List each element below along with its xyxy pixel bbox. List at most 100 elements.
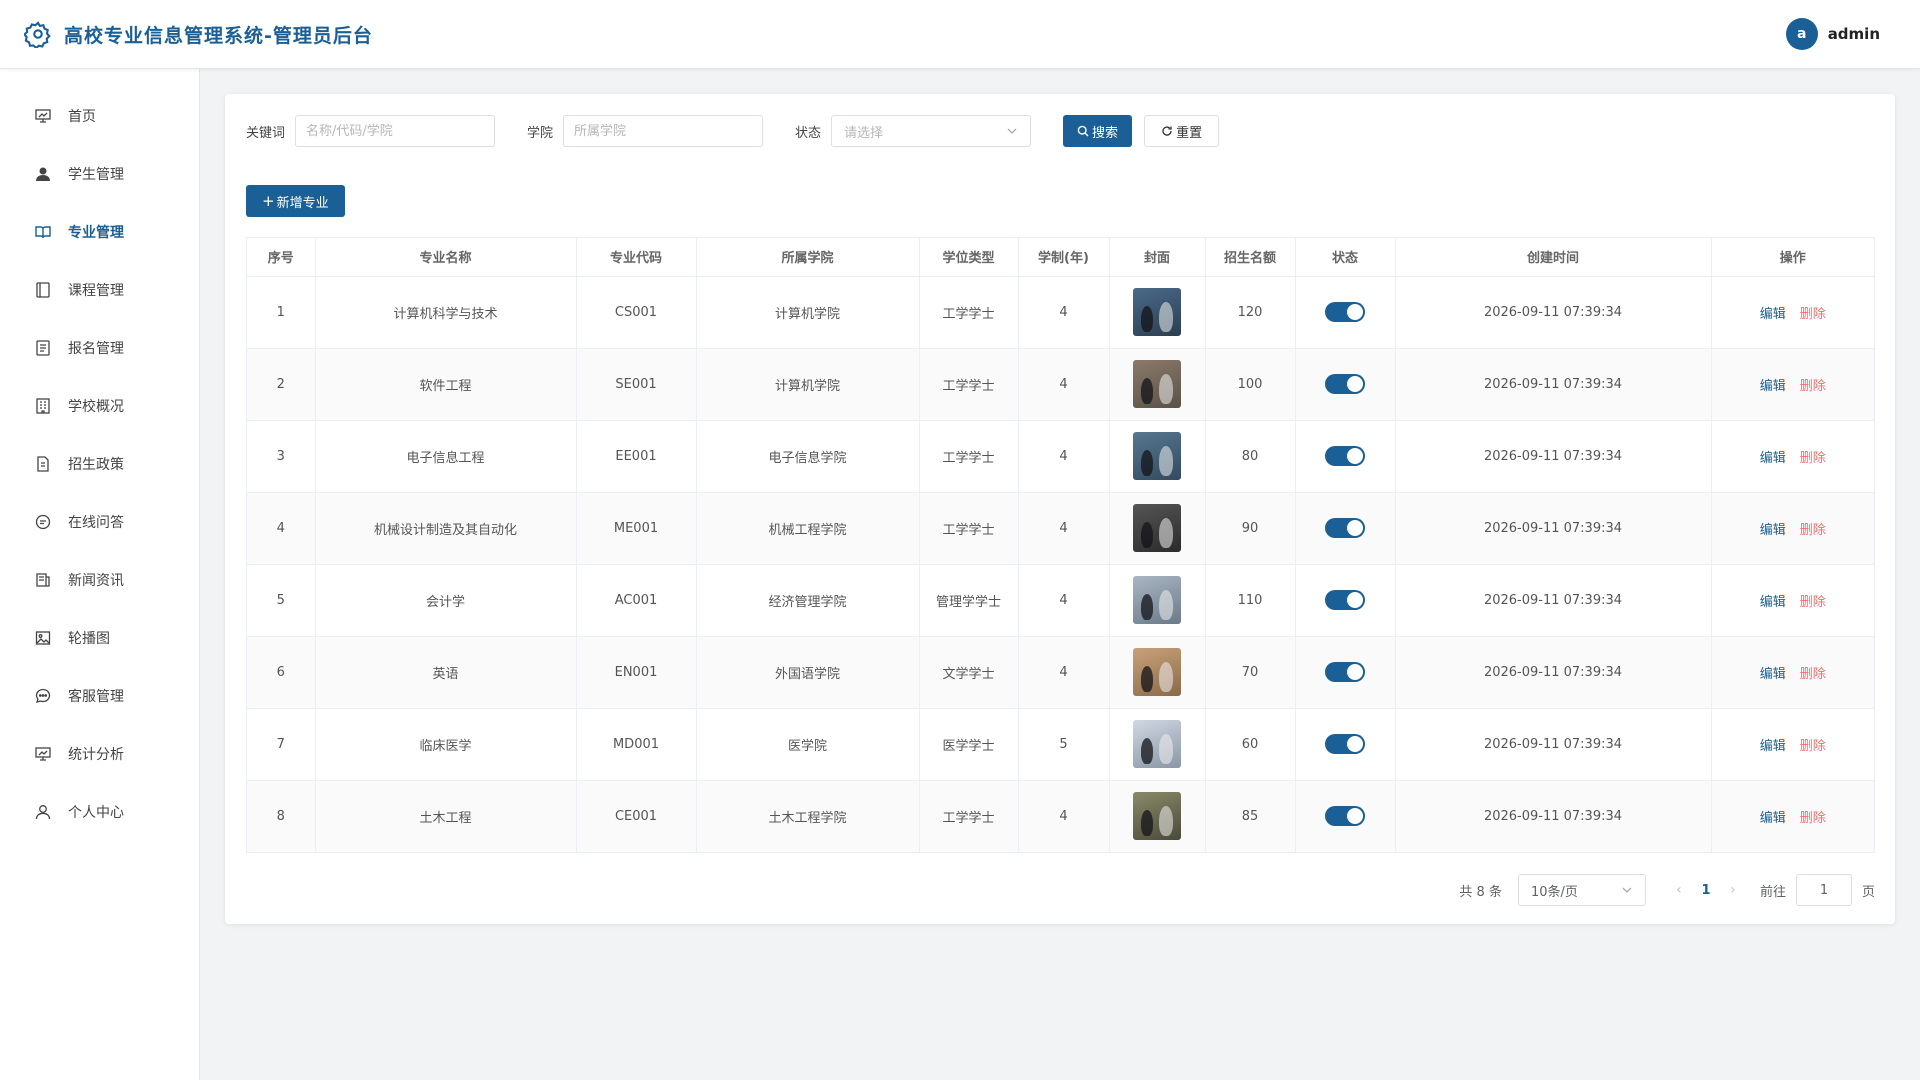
sidebar-item-label: 课程管理 bbox=[68, 283, 124, 299]
cell-index: 7 bbox=[247, 708, 316, 781]
sidebar-item-home[interactable]: 首页 bbox=[0, 87, 199, 145]
status-toggle[interactable] bbox=[1325, 590, 1365, 610]
cover-image[interactable] bbox=[1133, 576, 1181, 624]
cell-status bbox=[1295, 420, 1396, 493]
main-card: 关键词 学院 状态 请选择 搜索 重置 + 新增专业 序号 bbox=[225, 94, 1895, 924]
delete-button[interactable]: 删除 bbox=[1800, 523, 1826, 538]
sidebar-item-carousel[interactable]: 轮播图 bbox=[0, 609, 199, 667]
cover-image[interactable] bbox=[1133, 648, 1181, 696]
sidebar-item-students[interactable]: 学生管理 bbox=[0, 145, 199, 203]
add-major-button[interactable]: + 新增专业 bbox=[246, 185, 345, 217]
status-toggle[interactable] bbox=[1325, 806, 1365, 827]
status-toggle[interactable] bbox=[1325, 302, 1365, 322]
goto-page-input[interactable] bbox=[1795, 874, 1852, 906]
cover-figure bbox=[1141, 738, 1153, 764]
table-row: 8 土木工程 CE001 土木工程学院 工学学士 4 85 2026-09-11 07:39:… bbox=[247, 780, 1874, 852]
col-header: 创建时间 bbox=[1395, 238, 1712, 277]
sidebar-item-label: 专业管理 bbox=[68, 225, 124, 241]
search-button[interactable]: 搜索 bbox=[1063, 115, 1133, 147]
col-header: 专业名称 bbox=[315, 238, 577, 277]
cell-actions: 编辑 删除 bbox=[1711, 348, 1874, 421]
filter-bar: 关键词 学院 状态 请选择 搜索 重置 bbox=[246, 115, 1220, 147]
prev-page-icon[interactable]: ‹ bbox=[1668, 882, 1690, 898]
cell-created-time: 2026-09-11 07:39:34 bbox=[1395, 348, 1712, 421]
cell-quota: 120 bbox=[1205, 276, 1296, 349]
cell-created-time: 2026-09-11 07:39:34 bbox=[1395, 636, 1712, 709]
cell-status bbox=[1295, 564, 1396, 637]
cell-college: 电子信息学院 bbox=[696, 420, 920, 493]
cover-image[interactable] bbox=[1133, 432, 1181, 480]
edit-button[interactable]: 编辑 bbox=[1760, 379, 1786, 394]
cell-college: 医学院 bbox=[696, 708, 920, 781]
cover-image[interactable] bbox=[1133, 792, 1181, 841]
sidebar: 首页 学生管理 专业管理 课程管理 报名管理 学校概况 招生政策 在线问答 新闻… bbox=[0, 69, 200, 1080]
dashboard-icon bbox=[34, 107, 52, 125]
edit-button[interactable]: 编辑 bbox=[1760, 451, 1786, 466]
cell-major-name: 会计学 bbox=[315, 564, 577, 637]
cell-college: 经济管理学院 bbox=[696, 564, 920, 637]
cover-figure bbox=[1141, 594, 1153, 620]
delete-button[interactable]: 删除 bbox=[1800, 667, 1826, 682]
keyword-input[interactable] bbox=[295, 115, 496, 147]
avatar[interactable]: a bbox=[1785, 18, 1818, 50]
edit-button[interactable]: 编辑 bbox=[1760, 811, 1786, 826]
table-row: 7 临床医学 MD001 医学院 医学学士 5 60 2026-09-11 07:39:34 编… bbox=[247, 708, 1874, 781]
cover-image[interactable] bbox=[1133, 288, 1181, 336]
cover-figure bbox=[1159, 302, 1173, 332]
page-size-select[interactable]: 10条/页 bbox=[1517, 874, 1646, 906]
sidebar-item-label: 统计分析 bbox=[68, 747, 124, 763]
cover-image[interactable] bbox=[1133, 360, 1181, 408]
sidebar-item-enrollment[interactable]: 报名管理 bbox=[0, 319, 199, 377]
next-page-icon[interactable]: › bbox=[1722, 882, 1744, 898]
col-header: 专业代码 bbox=[576, 238, 697, 277]
status-toggle[interactable] bbox=[1325, 662, 1365, 682]
edit-button[interactable]: 编辑 bbox=[1760, 739, 1786, 754]
cell-years: 4 bbox=[1018, 420, 1110, 493]
delete-button[interactable]: 删除 bbox=[1800, 379, 1826, 394]
cover-figure bbox=[1159, 518, 1173, 548]
status-select[interactable]: 请选择 bbox=[831, 115, 1032, 147]
cell-major-code: AC001 bbox=[576, 564, 697, 637]
college-input[interactable] bbox=[563, 115, 764, 147]
edit-button[interactable]: 编辑 bbox=[1760, 667, 1786, 682]
cell-quota: 70 bbox=[1205, 636, 1296, 709]
user-menu[interactable]: a admin bbox=[1785, 18, 1880, 50]
cell-major-name: 土木工程 bbox=[315, 780, 577, 852]
sidebar-item-admission-policy[interactable]: 招生政策 bbox=[0, 435, 199, 493]
delete-button[interactable]: 删除 bbox=[1800, 739, 1826, 754]
sidebar-item-profile[interactable]: 个人中心 bbox=[0, 783, 199, 841]
status-toggle[interactable] bbox=[1325, 374, 1365, 394]
cell-major-code: EE001 bbox=[576, 420, 697, 493]
reset-button[interactable]: 重置 bbox=[1144, 115, 1220, 147]
sidebar-item-online-qa[interactable]: 在线问答 bbox=[0, 493, 199, 551]
gear-icon bbox=[24, 21, 51, 48]
sidebar-item-customer-service[interactable]: 客服管理 bbox=[0, 667, 199, 725]
edit-button[interactable]: 编辑 bbox=[1760, 595, 1786, 610]
sidebar-item-majors[interactable]: 专业管理 bbox=[0, 203, 199, 261]
page-number[interactable]: 1 bbox=[1690, 883, 1722, 898]
picture-icon bbox=[34, 629, 52, 647]
cell-college: 计算机学院 bbox=[696, 276, 920, 349]
cover-image[interactable] bbox=[1133, 504, 1181, 552]
cell-created-time: 2026-09-11 07:39:34 bbox=[1395, 276, 1712, 349]
delete-button[interactable]: 删除 bbox=[1800, 595, 1826, 610]
sidebar-item-courses[interactable]: 课程管理 bbox=[0, 261, 199, 319]
delete-button[interactable]: 删除 bbox=[1800, 307, 1826, 322]
username[interactable]: admin bbox=[1828, 25, 1880, 43]
sidebar-item-news[interactable]: 新闻资讯 bbox=[0, 551, 199, 609]
cover-image[interactable] bbox=[1133, 720, 1181, 768]
status-toggle[interactable] bbox=[1325, 446, 1365, 466]
status-toggle[interactable] bbox=[1325, 518, 1365, 538]
edit-button[interactable]: 编辑 bbox=[1760, 523, 1786, 538]
edit-button[interactable]: 编辑 bbox=[1760, 307, 1786, 322]
chevron-down-icon bbox=[1622, 887, 1632, 893]
sidebar-item-statistics[interactable]: 统计分析 bbox=[0, 725, 199, 783]
toggle-knob bbox=[1347, 736, 1363, 752]
sidebar-item-label: 在线问答 bbox=[68, 515, 124, 531]
cell-years: 4 bbox=[1018, 636, 1110, 709]
status-toggle[interactable] bbox=[1325, 734, 1365, 754]
cell-major-name: 计算机科学与技术 bbox=[315, 276, 577, 349]
sidebar-item-school-overview[interactable]: 学校概况 bbox=[0, 377, 199, 435]
delete-button[interactable]: 删除 bbox=[1800, 811, 1826, 826]
delete-button[interactable]: 删除 bbox=[1800, 451, 1826, 466]
